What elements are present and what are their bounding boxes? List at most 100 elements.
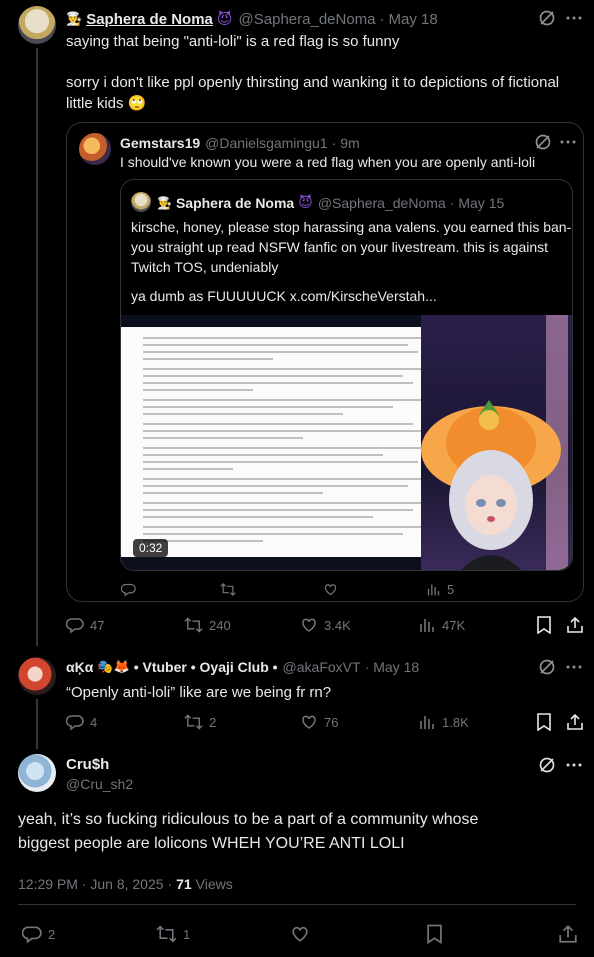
bookmark-icon	[537, 713, 551, 731]
dot-separator: ·	[364, 659, 370, 675]
timestamp[interactable]: 9m	[340, 135, 359, 151]
inner-text-line: kirsche, honey, please stop harassing an…	[131, 219, 572, 235]
post-akafox[interactable]: αĶα 🎭🦊 • Vtuber • Oyaji Club • @akaFoxVT…	[0, 646, 594, 749]
grok-icon[interactable]	[538, 658, 556, 681]
timestamp[interactable]: May 18	[389, 11, 438, 28]
reply-count: 4	[90, 714, 98, 730]
bookmark-button[interactable]	[426, 924, 443, 944]
laughing-devil-emoji: 😈	[216, 11, 233, 28]
grok-icon[interactable]	[534, 133, 552, 156]
repost-count: 2	[209, 714, 217, 730]
dot-separator: ·	[379, 10, 385, 28]
badge-emoji: 👨‍🍳	[157, 195, 172, 210]
views-count: 47K	[442, 617, 466, 633]
handle[interactable]: @Danielsgamingu1	[205, 135, 327, 151]
share-button[interactable]	[566, 713, 584, 731]
share-button[interactable]	[566, 616, 584, 634]
post-text-line: saying that being "anti-loli" is a red f…	[66, 33, 400, 50]
laughing-devil-emoji: 😈	[298, 194, 313, 210]
repost-count: 1	[183, 926, 191, 942]
name-suffix[interactable]: • Vtuber • Oyaji Club •	[134, 659, 278, 675]
post-crush[interactable]: Cru$h @Cru_sh2 yeah, it’s so fucking rid…	[0, 742, 594, 957]
grok-icon[interactable]	[538, 9, 556, 32]
quoted-post-gemstars[interactable]: Gemstars19 @Danielsgamingu1 · 9m I shoul…	[66, 122, 584, 602]
avatar-saphera[interactable]	[18, 6, 56, 44]
views-button[interactable]: 47K	[418, 616, 465, 634]
post-text-line: biggest people are lolicons WHEH YOU’RE …	[18, 835, 405, 852]
avatar-gemstars[interactable]	[79, 133, 111, 165]
timestamp[interactable]: May 15	[458, 195, 504, 211]
handle[interactable]: @Saphera_deNoma	[318, 195, 446, 211]
more-icon[interactable]	[559, 133, 577, 156]
inner-text-line: ya dumb as FUUUUUCK x.com/KirscheVerstah…	[131, 288, 437, 304]
like-button[interactable]	[290, 924, 310, 944]
grok-icon[interactable]	[538, 756, 556, 779]
share-button[interactable]	[558, 924, 578, 944]
repost-icon	[156, 925, 177, 943]
like-icon	[292, 926, 308, 942]
reply-button[interactable]: 47	[66, 616, 104, 634]
inner-text-line: you straight up read NSFW fanfic on your…	[131, 239, 549, 255]
timestamp[interactable]: May 18	[373, 659, 419, 675]
video-duration: 0:32	[133, 539, 169, 557]
repost-count: 240	[209, 617, 231, 633]
share-icon	[567, 616, 583, 633]
like-button[interactable]: 76	[300, 713, 338, 731]
quoted-post-saphera[interactable]: 👨‍🍳 Saphera de Noma 😈 @Saphera_deNoma · …	[120, 179, 573, 571]
badge-emoji: 🎭🦊	[97, 659, 130, 674]
handle[interactable]: @Cru_sh2	[66, 776, 133, 792]
like-count: 76	[324, 714, 339, 730]
repost-button[interactable]: 2	[184, 713, 216, 731]
bookmark-icon	[427, 924, 442, 944]
more-icon[interactable]	[565, 9, 583, 32]
avatar-crush[interactable]	[18, 754, 56, 792]
display-name[interactable]: Gemstars19	[120, 135, 200, 151]
reply-icon	[66, 715, 84, 731]
views-icon	[420, 716, 434, 729]
avatar-saphera-small[interactable]	[131, 192, 151, 212]
more-icon[interactable]	[565, 658, 583, 681]
handle[interactable]: @akaFoxVT	[283, 659, 361, 675]
avatar-akafox[interactable]	[18, 657, 56, 695]
display-name[interactable]: αĶα	[66, 659, 93, 675]
dot-separator: ·	[449, 194, 455, 211]
badge-emoji: 👨‍🍳	[66, 11, 83, 26]
bookmark-button[interactable]	[536, 713, 552, 731]
share-icon	[559, 924, 577, 943]
reply-count: 47	[90, 617, 105, 633]
repost-icon	[184, 617, 203, 633]
like-button[interactable]: 3.4K	[300, 616, 351, 634]
like-icon	[302, 715, 316, 729]
post-text: “Openly anti-loli” like are we being fr …	[66, 684, 332, 701]
reply-count: 2	[48, 926, 56, 942]
views-count: 5	[447, 582, 455, 597]
views-button[interactable]: 1.8K	[418, 713, 469, 731]
reply-button[interactable]: 4	[66, 713, 97, 731]
dot-separator: ·	[331, 135, 337, 151]
video-player[interactable]: 0:32	[121, 315, 572, 570]
video-document	[121, 327, 446, 557]
post-saphera[interactable]: 👨‍🍳 Saphera de Noma 😈 @Saphera_deNoma · …	[0, 0, 594, 646]
repost-icon	[220, 583, 236, 596]
repost-button[interactable]: 1	[156, 924, 190, 944]
reply-button[interactable]	[121, 582, 136, 597]
like-button[interactable]	[323, 582, 338, 597]
post-text-line: little kids 🙄	[66, 95, 147, 112]
repost-button[interactable]: 240	[184, 616, 231, 634]
bookmark-icon	[537, 616, 551, 634]
post-text-line: yeah, it’s so fucking ridiculous to be a…	[18, 811, 479, 828]
views-button[interactable]: 5	[426, 582, 454, 597]
display-name[interactable]: Cru$h	[66, 756, 109, 773]
display-name[interactable]: Saphera de Noma	[86, 11, 213, 28]
post-timestamp[interactable]: 12:29 PM · Jun 8, 2025 ·	[18, 876, 172, 892]
repost-icon	[184, 714, 203, 730]
thread-line	[36, 48, 38, 646]
reply-button[interactable]: 2	[22, 924, 55, 944]
bookmark-button[interactable]	[536, 616, 552, 634]
reply-icon	[66, 618, 84, 634]
display-name[interactable]: Saphera de Noma	[176, 195, 294, 211]
views-count: 1.8K	[442, 714, 469, 730]
more-icon[interactable]	[565, 756, 583, 779]
repost-button[interactable]	[220, 582, 236, 597]
handle[interactable]: @Saphera_deNoma	[239, 11, 376, 28]
